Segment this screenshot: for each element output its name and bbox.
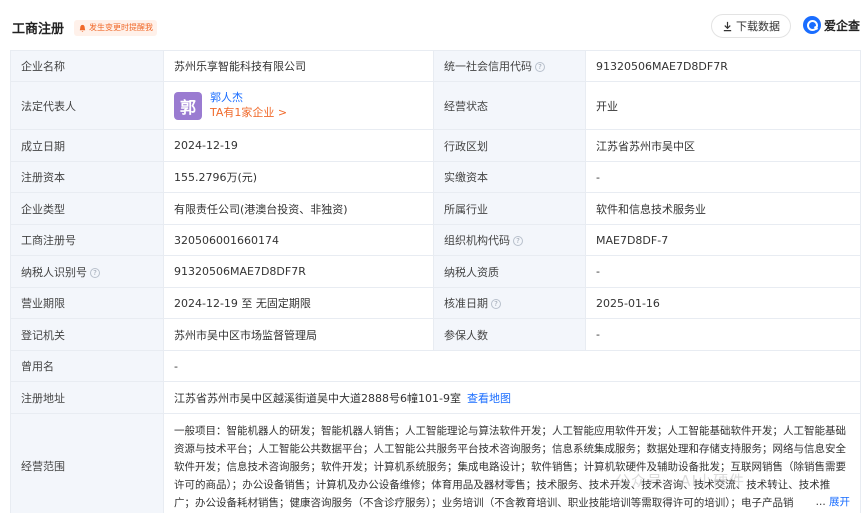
insured-value: -: [585, 318, 861, 351]
industry-label: 所属行业: [433, 192, 586, 225]
table-row: 注册资本 155.2796万(元) 实缴资本 -: [10, 161, 861, 193]
table-row: 营业期限 2024-12-19 至 无固定期限 核准日期? 2025-01-16: [10, 287, 861, 319]
approve-date-value: 2025-01-16: [585, 287, 861, 319]
bell-icon: [79, 24, 86, 32]
reg-no-label: 工商注册号: [10, 224, 164, 256]
approve-date-label: 核准日期: [444, 297, 488, 310]
expand-link[interactable]: 展开: [829, 496, 850, 508]
taxpayer-qual-value: -: [585, 255, 861, 288]
reg-no-value: 320506001660174: [163, 224, 434, 256]
help-icon[interactable]: ?: [535, 62, 545, 72]
table-row: 曾用名 -: [10, 350, 861, 382]
download-data-label: 下载数据: [736, 20, 780, 33]
status-label: 经营状态: [433, 81, 586, 130]
term-label: 营业期限: [10, 287, 164, 319]
company-name-value: 苏州乐享智能科技有限公司: [163, 50, 434, 82]
authority-label: 登记机关: [10, 318, 164, 351]
credit-code-label: 统一社会信用代码: [444, 60, 532, 73]
change-remind-button[interactable]: 发生变更时提醒我: [74, 20, 157, 36]
authority-value: 苏州市吴中区市场监督管理局: [163, 318, 434, 351]
status-value: 开业: [585, 81, 861, 130]
brand-logo[interactable]: 爱企查: [803, 16, 860, 34]
table-row: 登记机关 苏州市吴中区市场监督管理局 参保人数 -: [10, 318, 861, 351]
taxpayer-qual-label: 纳税人资质: [433, 255, 586, 288]
district-value: 江苏省苏州市吴中区: [585, 129, 861, 162]
scope-label: 经营范围: [10, 413, 164, 513]
download-icon: [723, 21, 732, 31]
help-icon[interactable]: ?: [90, 267, 100, 278]
org-code-value: MAE7D8DF-7: [585, 224, 861, 256]
capital-label: 注册资本: [10, 161, 164, 193]
legal-rep-name-link[interactable]: 郭人杰: [210, 91, 287, 105]
address-label: 注册地址: [10, 381, 164, 414]
section-title: 工商注册: [12, 22, 65, 37]
scope-cell: 一般项目：智能机器人的研发；智能机器人销售；人工智能理论与算法软件开发；人工智能…: [163, 413, 861, 513]
table-row: 工商注册号 320506001660174 组织机构代码? MAE7D8DF-7: [10, 224, 861, 256]
company-type-label: 企业类型: [10, 192, 164, 225]
section-header: 工商注册 发生变更时提醒我 下载数据 爱企查: [0, 0, 865, 50]
former-name-label: 曾用名: [10, 350, 164, 382]
table-row: 纳税人识别号? 91320506MAE7D8DF7R 纳税人资质 -: [10, 255, 861, 288]
search-logo-icon: [803, 16, 821, 34]
credit-code-value: 91320506MAE7D8DF7R: [585, 50, 861, 82]
taxpayer-id-label: 纳税人识别号: [21, 265, 87, 279]
scope-value: 一般项目：智能机器人的研发；智能机器人销售；人工智能理论与算法软件开发；人工智能…: [174, 424, 846, 509]
address-value: 江苏省苏州市吴中区越溪街道吴中大道2888号6幢101-9室: [174, 391, 461, 405]
table-row: 经营范围 一般项目：智能机器人的研发；智能机器人销售；人工智能理论与算法软件开发…: [10, 413, 861, 513]
legal-rep-label: 法定代表人: [10, 81, 164, 130]
former-name-value: -: [163, 350, 861, 382]
scope-ellipsis: ...: [815, 495, 826, 508]
district-label: 行政区划: [433, 129, 586, 162]
table-row: 注册地址 江苏省苏州市吴中区越溪街道吴中大道2888号6幢101-9室 查看地图: [10, 381, 861, 414]
business-registration-table: 企业名称 苏州乐享智能科技有限公司 统一社会信用代码? 91320506MAE7…: [10, 50, 861, 513]
insured-label: 参保人数: [433, 318, 586, 351]
help-icon[interactable]: ?: [513, 236, 523, 246]
table-row: 法定代表人 郭 郭人杰 TA有1家企业 > 经营状态 开业: [10, 81, 861, 130]
founded-label: 成立日期: [10, 129, 164, 162]
paid-capital-value: -: [585, 161, 861, 193]
table-row: 企业类型 有限责任公司(港澳台投资、非独资) 所属行业 软件和信息技术服务业: [10, 192, 861, 225]
taxpayer-id-label-cell: 纳税人识别号?: [10, 255, 164, 288]
download-data-button[interactable]: 下载数据: [711, 14, 791, 38]
org-code-label-cell: 组织机构代码?: [433, 224, 586, 256]
industry-value: 软件和信息技术服务业: [585, 192, 861, 225]
capital-value: 155.2796万(元): [163, 161, 434, 193]
company-type-value: 有限责任公司(港澳台投资、非独资): [163, 192, 434, 225]
help-icon[interactable]: ?: [491, 299, 501, 309]
view-map-link[interactable]: 查看地图: [467, 392, 511, 405]
paid-capital-label: 实缴资本: [433, 161, 586, 193]
legal-rep-cell: 郭 郭人杰 TA有1家企业 >: [163, 81, 434, 130]
legal-rep-companies-link[interactable]: TA有1家企业 >: [210, 105, 287, 120]
approve-date-label-cell: 核准日期?: [433, 287, 586, 319]
org-code-label: 组织机构代码: [444, 234, 510, 247]
change-remind-label: 发生变更时提醒我: [89, 23, 153, 32]
taxpayer-id-value: 91320506MAE7D8DF7R: [163, 255, 434, 288]
table-row: 企业名称 苏州乐享智能科技有限公司 统一社会信用代码? 91320506MAE7…: [10, 50, 861, 82]
credit-code-label-cell: 统一社会信用代码?: [433, 50, 586, 82]
founded-value: 2024-12-19: [163, 129, 434, 162]
avatar[interactable]: 郭: [174, 91, 202, 120]
scope-more: ... 展开: [811, 492, 850, 511]
table-row: 成立日期 2024-12-19 行政区划 江苏省苏州市吴中区: [10, 129, 861, 162]
address-cell: 江苏省苏州市吴中区越溪街道吴中大道2888号6幢101-9室 查看地图: [163, 381, 861, 414]
term-value: 2024-12-19 至 无固定期限: [163, 287, 434, 319]
brand-logo-text: 爱企查: [824, 18, 861, 33]
company-name-label: 企业名称: [10, 50, 164, 82]
